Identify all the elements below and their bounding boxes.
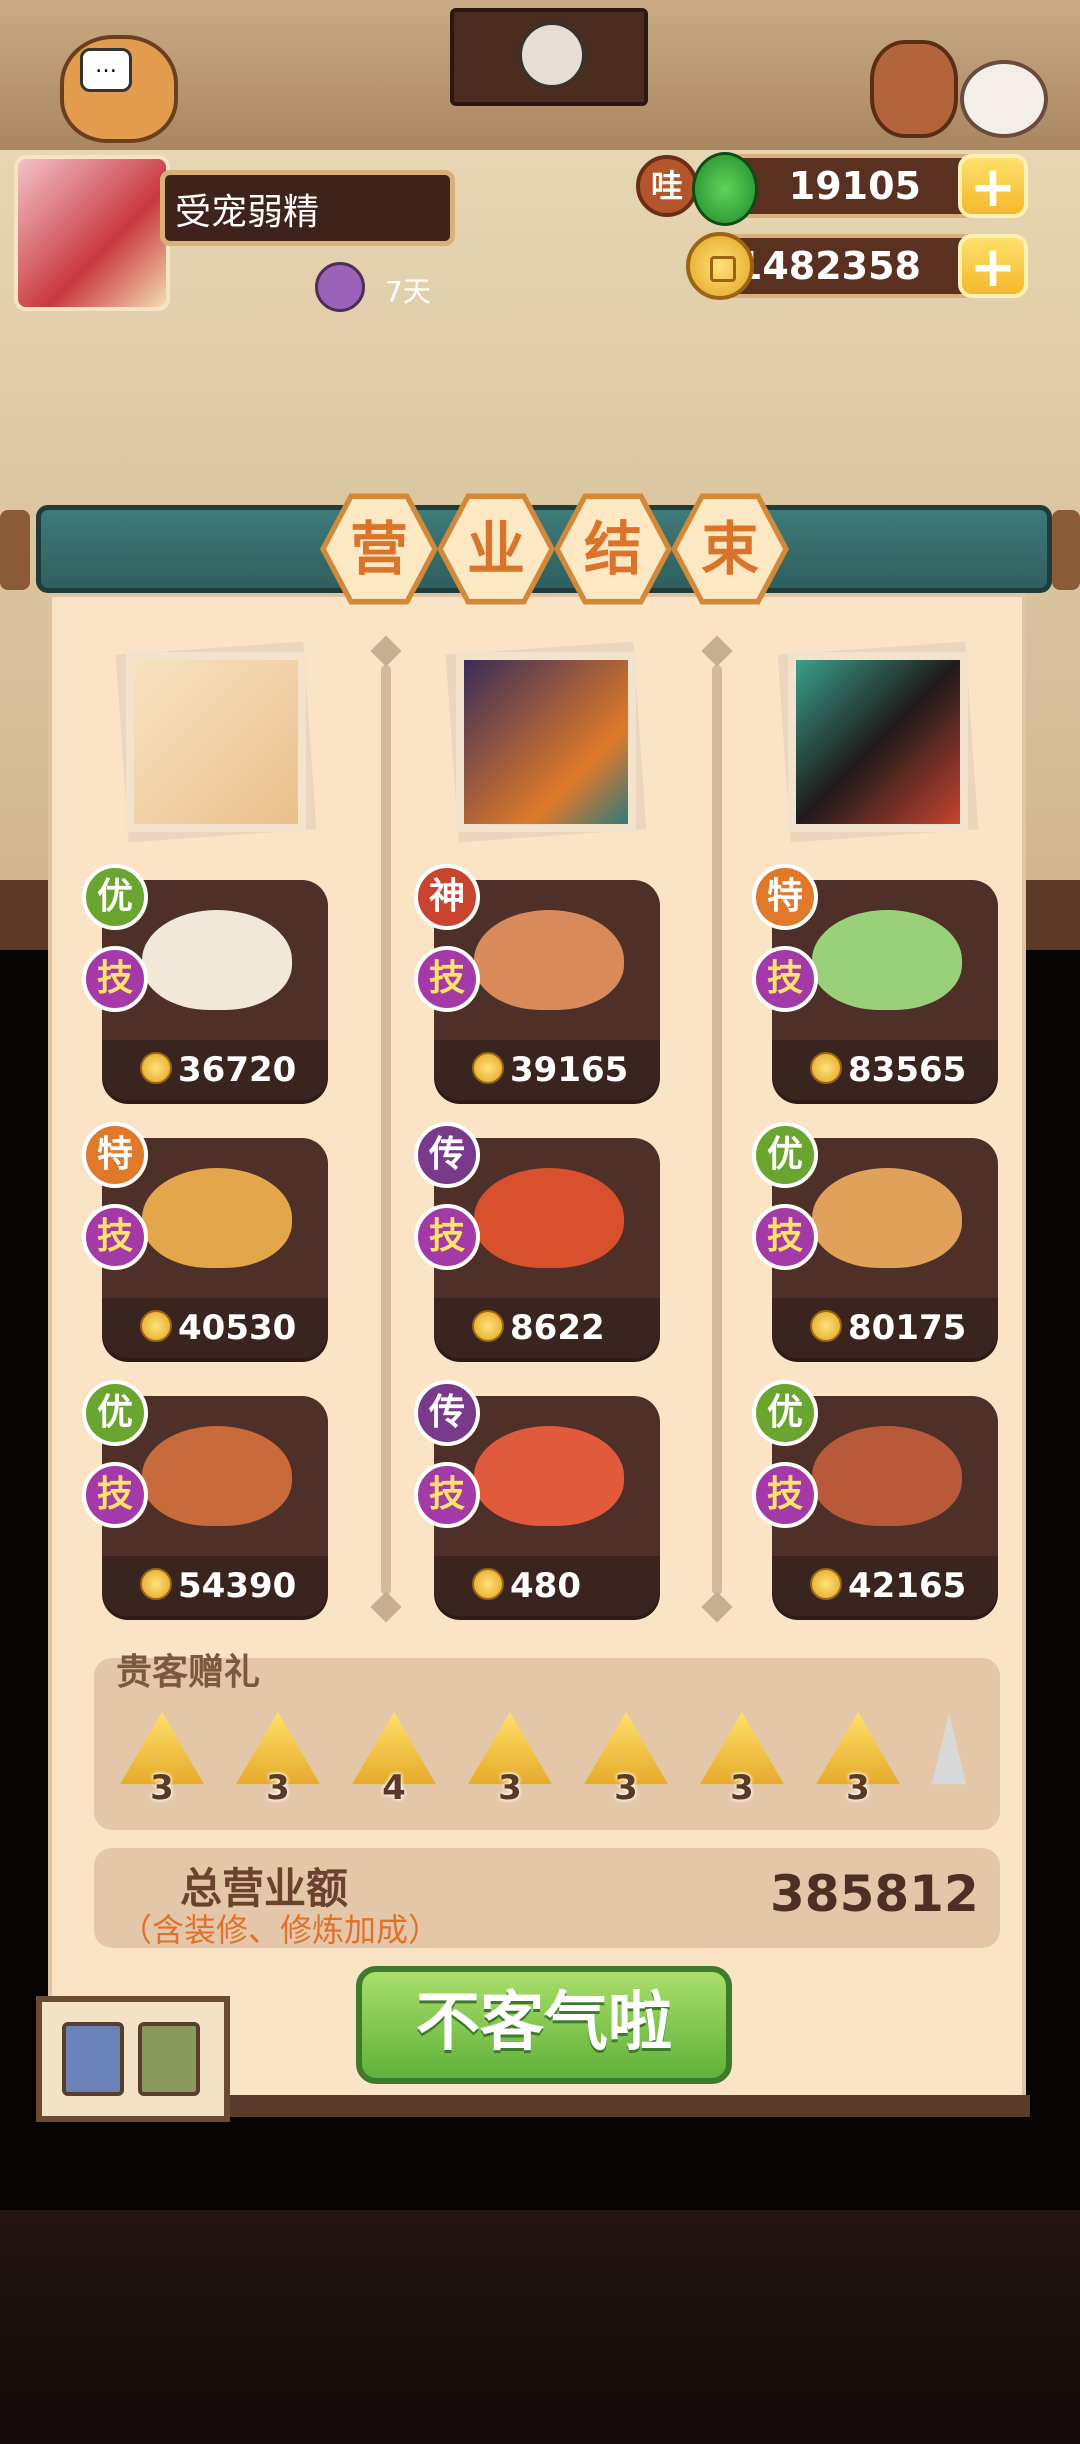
grade-badge: 特 xyxy=(82,1122,148,1188)
dish-price: 8622 xyxy=(510,1308,605,1348)
chat-bubble-icon[interactable]: … xyxy=(80,48,132,92)
skill-badge: 技 xyxy=(752,1204,818,1270)
dish-price: 54390 xyxy=(178,1566,297,1606)
title-char: 结 xyxy=(560,499,666,599)
title-char: 束 xyxy=(677,499,783,599)
dish-price: 36720 xyxy=(178,1050,297,1090)
staff-characters xyxy=(860,40,1050,140)
add-coins-button[interactable]: + xyxy=(958,234,1028,298)
dish-image xyxy=(142,1168,292,1268)
coin-icon xyxy=(472,1568,504,1600)
dish-image xyxy=(812,910,962,1010)
confirm-button[interactable]: 不客气啦 xyxy=(356,1966,732,2084)
blue-gear-button[interactable] xyxy=(62,2022,124,2096)
skill-badge: 技 xyxy=(82,946,148,1012)
column-divider xyxy=(712,665,722,1595)
dish-price: 83565 xyxy=(848,1050,967,1090)
gift-count: 3 xyxy=(266,1768,290,1808)
gift-section-label: 贵客赠礼 xyxy=(116,1652,261,1693)
scroll-rod-right xyxy=(1052,510,1080,590)
grade-badge: 优 xyxy=(752,1122,818,1188)
dish-image xyxy=(812,1426,962,1526)
dish-price: 39165 xyxy=(510,1050,629,1090)
total-subtitle: （含装修、修炼加成） xyxy=(120,1911,441,1949)
dish-image xyxy=(812,1168,962,1268)
scroll-rod-left xyxy=(0,510,30,590)
grade-badge: 优 xyxy=(752,1380,818,1446)
grade-badge: 传 xyxy=(414,1122,480,1188)
gift-count: 3 xyxy=(150,1768,174,1808)
add-jade-button[interactable]: + xyxy=(958,154,1028,218)
dish-image xyxy=(474,1168,624,1268)
dish-price: 40530 xyxy=(178,1308,297,1348)
dish-image xyxy=(474,1426,624,1526)
background-floor xyxy=(0,2210,1080,2444)
clock-icon xyxy=(315,262,365,312)
chef-portrait-2[interactable] xyxy=(456,652,636,832)
dish-image xyxy=(474,910,624,1010)
skill-badge: 技 xyxy=(414,946,480,1012)
coin-icon xyxy=(810,1310,842,1342)
dish-price: 42165 xyxy=(848,1566,967,1606)
gift-count: 3 xyxy=(498,1768,522,1808)
shop-sign xyxy=(450,8,648,106)
chef-portrait-1[interactable] xyxy=(126,652,306,832)
staff-character-icon xyxy=(870,40,958,138)
skill-badge: 技 xyxy=(752,946,818,1012)
skill-badge: 技 xyxy=(82,1462,148,1528)
column-divider xyxy=(381,665,391,1595)
coin-icon xyxy=(686,232,754,300)
title-char: 业 xyxy=(443,499,549,599)
title-char: 营 xyxy=(326,499,432,599)
dish-price: 80175 xyxy=(848,1308,967,1348)
cat-mascot-icon xyxy=(960,60,1048,138)
grade-badge: 优 xyxy=(82,1380,148,1446)
mascot-icon xyxy=(519,22,585,88)
gift-count: 3 xyxy=(614,1768,638,1808)
skill-badge: 技 xyxy=(414,1462,480,1528)
coin-icon xyxy=(472,1310,504,1342)
player-avatar[interactable] xyxy=(14,155,170,311)
coin-icon xyxy=(140,1310,172,1342)
grade-badge: 优 xyxy=(82,864,148,930)
gift-count: 3 xyxy=(846,1768,870,1808)
jade-icon xyxy=(692,152,758,226)
total-value: 385812 xyxy=(770,1865,979,1923)
chef-portrait-3[interactable] xyxy=(788,652,968,832)
coin-icon xyxy=(472,1052,504,1084)
grade-badge: 神 xyxy=(414,864,480,930)
gift-count: 4 xyxy=(382,1768,406,1808)
skill-badge: 技 xyxy=(82,1204,148,1270)
coin-icon xyxy=(810,1052,842,1084)
dish-price: 480 xyxy=(510,1566,581,1606)
coin-icon xyxy=(810,1568,842,1600)
green-gear-button[interactable] xyxy=(138,2022,200,2096)
coin-icon xyxy=(140,1052,172,1084)
days-count: 7天 xyxy=(385,275,431,308)
grade-badge: 传 xyxy=(414,1380,480,1446)
gift-count: 3 xyxy=(730,1768,754,1808)
dish-image xyxy=(142,910,292,1010)
wa-badge-icon: 哇 xyxy=(636,155,698,217)
coin-icon xyxy=(140,1568,172,1600)
dish-image xyxy=(142,1426,292,1526)
grade-badge: 特 xyxy=(752,864,818,930)
skill-badge: 技 xyxy=(752,1462,818,1528)
skill-badge: 技 xyxy=(414,1204,480,1270)
player-name: 受宠弱精 xyxy=(160,170,455,246)
